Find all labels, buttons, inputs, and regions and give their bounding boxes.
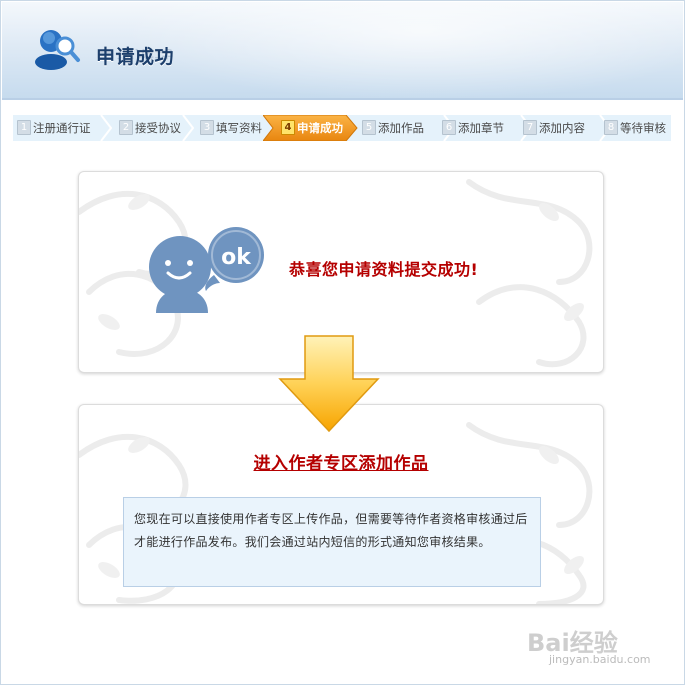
page-title-reflection: 申请成功 <box>96 47 175 60</box>
step-add-work: 5 添加作品 <box>362 115 424 141</box>
step-add-chapter: 6 添加章节 <box>442 115 504 141</box>
success-message: 恭喜您申请资料提交成功! <box>289 260 479 279</box>
progress-steps: 1 注册通行证 2 接受协议 3 填写资料 4 申请成功 5 添加作品 6 添加章节 7 添加… <box>13 115 671 141</box>
chevron-right-icon <box>100 115 112 141</box>
chevron-right-icon <box>182 115 194 141</box>
header-decoration <box>122 2 683 98</box>
svg-text:ok: ok <box>221 245 252 270</box>
step-fill-info: 3 填写资料 <box>200 115 262 141</box>
step-accept-agreement: 2 接受协议 <box>119 115 181 141</box>
page-frame: 申请成功 申请成功 1 注册通行证 2 接受协议 3 填写资料 4 申请成功 5 添加作品… <box>0 0 685 685</box>
header-divider <box>2 98 683 100</box>
page-header: 申请成功 申请成功 <box>2 2 683 98</box>
user-search-icon <box>35 30 80 70</box>
next-step-card: 进入作者专区添加作品 您现在可以直接使用作者专区上传作品，但需要等待作者资格审核… <box>78 404 604 605</box>
step-apply-success: 4 申请成功 <box>281 115 343 141</box>
ok-speech-bubble-icon: ok <box>149 227 264 313</box>
watermark-url: jingyan.baidu.com <box>549 653 651 666</box>
step-add-content: 7 添加内容 <box>523 115 585 141</box>
down-arrow-icon <box>278 335 380 433</box>
step-await-review: 8 等待审核 <box>604 115 666 141</box>
review-notice: 您现在可以直接使用作者专区上传作品，但需要等待作者资格审核通过后才能进行作品发布… <box>123 497 541 587</box>
enter-author-zone-link[interactable]: 进入作者专区添加作品 <box>79 449 603 474</box>
step-register: 1 注册通行证 <box>17 115 91 141</box>
